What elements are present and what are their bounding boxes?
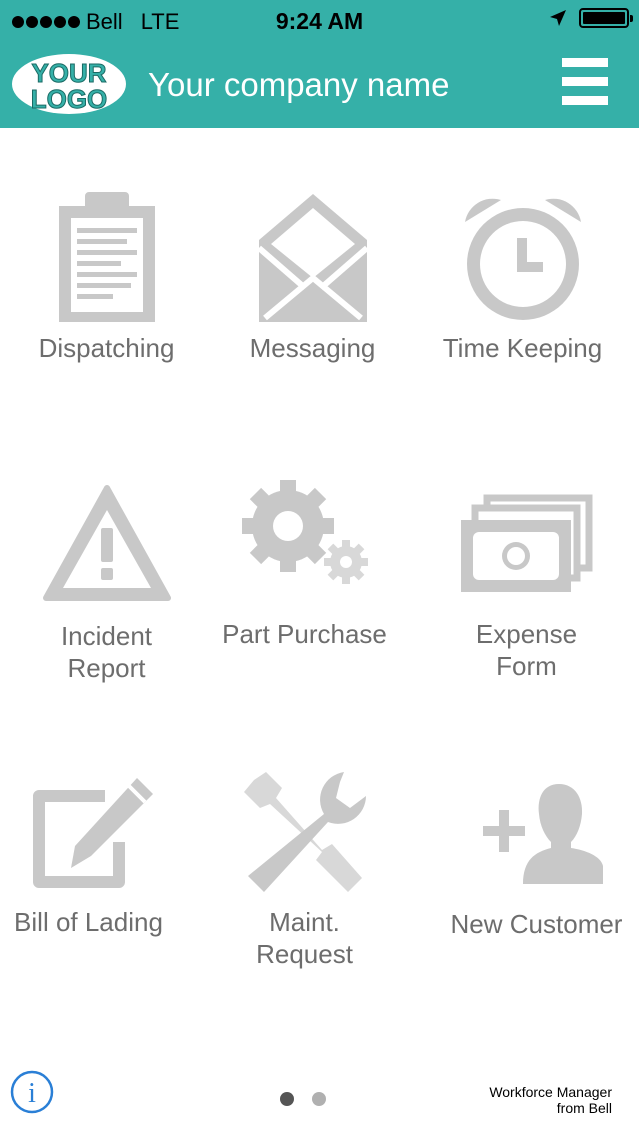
tile-incident-report[interactable]: Incident Report: [0, 484, 213, 684]
add-user-icon: [482, 784, 603, 884]
tile-expense-form[interactable]: Expense Form: [420, 494, 633, 682]
company-logo[interactable]: YOUR LOGO: [10, 53, 128, 115]
money-icon: [460, 494, 592, 592]
tile-time-keeping[interactable]: Time Keeping: [416, 192, 629, 364]
info-icon[interactable]: i: [10, 1070, 54, 1114]
gears-icon: [241, 480, 368, 584]
app-header: Bell LTE 9:24 AM YOUR LOGO Your company …: [0, 0, 639, 128]
envelope-icon: [256, 194, 369, 322]
tile-maint-request[interactable]: Maint. Request: [198, 768, 411, 970]
footer-credit: Workforce Manager from Bell: [489, 1084, 612, 1116]
tile-label-line2: Report: [67, 653, 146, 683]
svg-text:LOGO: LOGO: [31, 84, 108, 114]
tile-label: Dispatching: [38, 333, 175, 363]
tile-label-line2: Request: [256, 939, 353, 969]
tile-label: New Customer: [450, 909, 623, 939]
tile-bill-of-lading[interactable]: Bill of Lading: [0, 776, 195, 938]
hamburger-menu-icon[interactable]: [562, 58, 608, 106]
tile-label: Incident: [60, 621, 153, 651]
tile-messaging[interactable]: Messaging: [206, 192, 419, 364]
tile-label-line2: Form: [496, 651, 557, 681]
status-time: 9:24 AM: [275, 8, 364, 34]
tile-dispatching[interactable]: Dispatching: [0, 192, 213, 364]
page-indicator[interactable]: [280, 1092, 326, 1106]
status-bar: Bell LTE 9:24 AM: [0, 0, 639, 42]
tile-label: Expense: [475, 619, 578, 649]
company-name: Your company name: [148, 66, 450, 103]
page-dot-active[interactable]: [280, 1092, 294, 1106]
tile-new-customer[interactable]: New Customer: [430, 782, 639, 940]
tile-label: Time Keeping: [442, 333, 603, 363]
tile-label: Messaging: [249, 333, 376, 363]
status-right: [549, 8, 633, 28]
footer-line2: from Bell: [556, 1100, 612, 1116]
edit-icon: [32, 778, 153, 888]
location-arrow-icon: [550, 10, 566, 26]
svg-text:i: i: [28, 1078, 36, 1109]
tile-label: Bill of Lading: [14, 907, 163, 937]
tile-label: Part Purchase: [222, 619, 387, 649]
tools-icon: [243, 772, 366, 892]
page-dot[interactable]: [312, 1092, 326, 1106]
battery-icon: [579, 8, 633, 28]
tile-label: Maint.: [269, 907, 340, 937]
footer-line1: Workforce Manager: [489, 1084, 612, 1100]
warning-icon: [42, 485, 171, 601]
clipboard-icon: [58, 192, 155, 322]
tile-part-purchase[interactable]: Part Purchase: [198, 480, 411, 650]
alarm-clock-icon: [464, 198, 581, 320]
